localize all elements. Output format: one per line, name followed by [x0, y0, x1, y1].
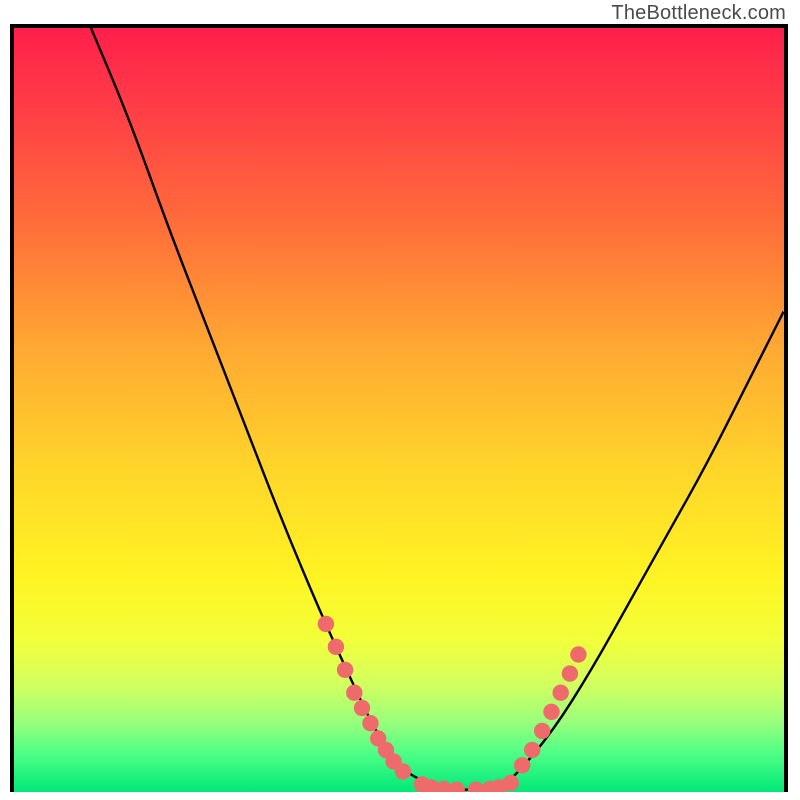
highlight-dot [449, 782, 465, 793]
highlight-dot [503, 775, 519, 791]
curve-line [91, 28, 784, 790]
highlight-dot [337, 662, 353, 678]
highlight-dot [570, 646, 586, 662]
plot-area [14, 28, 784, 792]
curve-path [91, 28, 784, 790]
highlight-dot [553, 685, 569, 701]
highlight-dot [354, 700, 370, 716]
highlight-dot [395, 763, 411, 779]
highlight-dots [318, 616, 587, 792]
highlight-dot [562, 665, 578, 681]
watermark-text: TheBottleneck.com [611, 2, 786, 25]
highlight-dot [543, 704, 559, 720]
chart-frame [10, 24, 788, 792]
highlight-dot [534, 723, 550, 739]
highlight-dot [468, 782, 484, 793]
highlight-dot [524, 742, 540, 758]
highlight-dot [318, 616, 334, 632]
chart-svg [14, 28, 784, 792]
highlight-dot [362, 715, 378, 731]
highlight-dot [346, 685, 362, 701]
highlight-dot [514, 757, 530, 773]
highlight-dot [328, 639, 344, 655]
